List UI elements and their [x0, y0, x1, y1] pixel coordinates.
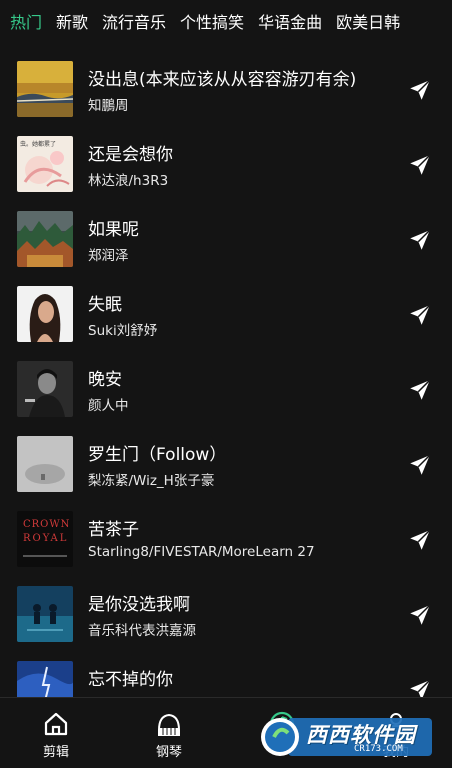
song-cover — [17, 211, 73, 267]
nav-edit[interactable]: 剪辑 — [16, 698, 96, 768]
send-icon[interactable] — [407, 302, 433, 328]
song-artist: 知鵬周 — [88, 98, 129, 114]
song-artist: 郑润泽 — [88, 248, 129, 264]
send-icon[interactable] — [407, 677, 433, 697]
song-artist: 梨冻紧/Wiz_H张子豪 — [88, 473, 215, 489]
song-cover — [17, 361, 73, 417]
send-icon[interactable] — [407, 77, 433, 103]
tab-hot[interactable]: 热门 — [10, 0, 42, 46]
tab-new-songs[interactable]: 新歌 — [56, 0, 88, 46]
song-artist: 颜人中 — [88, 398, 129, 414]
song-cover — [17, 436, 73, 492]
send-icon[interactable] — [407, 602, 433, 628]
song-row[interactable]: 晚安 颜人中 — [0, 352, 452, 427]
send-icon[interactable] — [407, 452, 433, 478]
song-title: 如果呢 — [88, 220, 139, 240]
song-artist: 音乐科代表洪嘉源 — [88, 623, 196, 639]
nav-piano[interactable]: 钢琴 — [129, 698, 209, 768]
song-cover: 虫。她都累了 — [17, 136, 73, 192]
song-row[interactable]: 失眠 Suki刘舒妤 — [0, 277, 452, 352]
piano-icon — [158, 713, 180, 736]
watermark-url: CR173.COM — [354, 744, 403, 754]
tab-pop-music[interactable]: 流行音乐 — [102, 0, 166, 46]
song-row[interactable]: 罗生门（Follow） 梨冻紧/Wiz_H张子豪 — [0, 427, 452, 502]
send-icon[interactable] — [407, 227, 433, 253]
send-icon[interactable] — [407, 377, 433, 403]
song-row[interactable]: CROWN ROYAL 苦茶子 Starling8/FIVESTAR/MoreL… — [0, 502, 452, 577]
song-title: 苦茶子 — [88, 520, 139, 540]
tab-chinese-classics[interactable]: 华语金曲 — [258, 0, 322, 46]
cover-text: CROWN — [23, 519, 71, 530]
song-row[interactable]: 忘不掉的你 — [0, 652, 452, 697]
song-cover — [17, 586, 73, 642]
song-title: 罗生门（Follow） — [88, 445, 227, 465]
song-title: 忘不掉的你 — [88, 670, 173, 690]
song-artist: Suki刘舒妤 — [88, 323, 158, 339]
tab-funny[interactable]: 个性搞笑 — [180, 0, 244, 46]
song-row[interactable]: 虫。她都累了 还是会想你 林达浪/h3R3 — [0, 127, 452, 202]
send-icon[interactable] — [407, 152, 433, 178]
tab-western-jp-kr[interactable]: 欧美日韩 — [336, 0, 400, 46]
song-cover: CROWN ROYAL — [17, 511, 73, 567]
nav-label: 剪辑 — [42, 745, 69, 760]
home-icon — [44, 712, 68, 736]
watermark: 西西软件园 CR173.COM — [258, 715, 434, 759]
song-row[interactable]: 是你没选我啊 音乐科代表洪嘉源 — [0, 577, 452, 652]
song-list: 没出息(本来应该从从容容游刃有余) 知鵬周 虫。她都累了 还是会想你 林达浪/h… — [0, 52, 452, 697]
nav-label: 钢琴 — [155, 745, 182, 760]
category-tabs: 热门 新歌 流行音乐 个性搞笑 华语金曲 欧美日韩 — [0, 0, 452, 46]
send-icon[interactable] — [407, 527, 433, 553]
song-artist: 林达浪/h3R3 — [88, 173, 169, 189]
cover-text: ROYAL — [23, 533, 69, 544]
song-cover — [17, 286, 73, 342]
song-title: 还是会想你 — [88, 145, 173, 165]
song-row[interactable]: 没出息(本来应该从从容容游刃有余) 知鵬周 — [0, 52, 452, 127]
song-cover — [17, 661, 73, 697]
song-cover — [17, 61, 73, 117]
song-title: 没出息(本来应该从从容容游刃有余) — [88, 70, 357, 90]
song-title: 失眠 — [88, 295, 122, 315]
cover-text: 虫。她都累了 — [20, 141, 57, 148]
song-title: 晚安 — [88, 370, 122, 390]
song-row[interactable]: 如果呢 郑润泽 — [0, 202, 452, 277]
song-artist: Starling8/FIVESTAR/MoreLearn 27 — [88, 544, 315, 560]
song-title: 是你没选我啊 — [88, 595, 190, 615]
